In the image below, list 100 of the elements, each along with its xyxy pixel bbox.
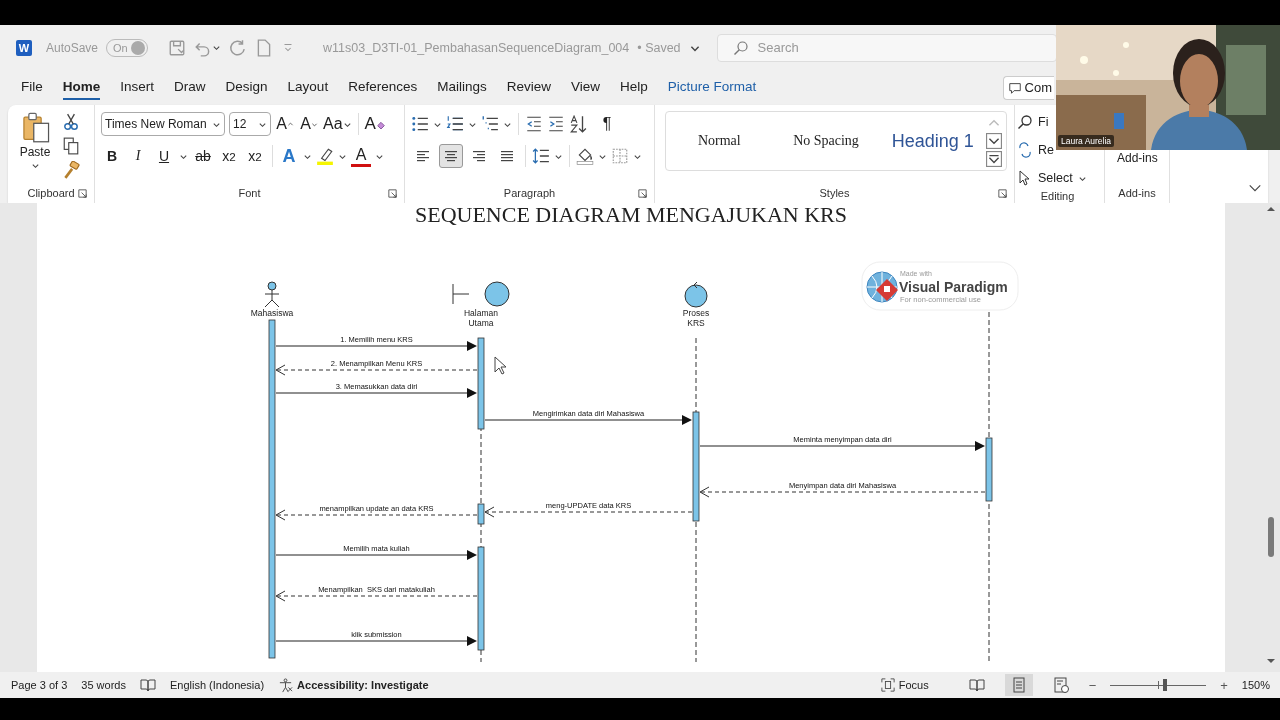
change-case-button[interactable]: Aa <box>323 113 352 135</box>
sort-icon[interactable] <box>569 115 587 133</box>
ribbon-tab[interactable]: View <box>571 75 600 100</box>
format-painter-icon[interactable] <box>62 161 80 179</box>
caret-icon <box>30 161 40 170</box>
lifeline-label: Mahasiswa <box>250 308 294 318</box>
multilevel-list-icon[interactable] <box>481 115 499 133</box>
paragraph-marks-button[interactable]: ¶ <box>597 113 617 135</box>
print-view-button[interactable] <box>1004 674 1033 696</box>
activation-bar <box>985 437 993 502</box>
add-ins-button[interactable]: Add-ins <box>1111 151 1158 165</box>
line-spacing-icon[interactable] <box>532 147 550 165</box>
replace-button[interactable]: Re <box>1017 139 1054 161</box>
caret-up-icon <box>286 120 294 128</box>
save-status: • Saved <box>637 40 681 55</box>
ribbon-tab[interactable]: Draw <box>174 75 206 100</box>
decrease-indent-icon[interactable] <box>525 115 543 133</box>
clear-formatting-button[interactable]: A <box>364 113 386 135</box>
badge-brand: Visual Paradigm <box>899 279 1008 295</box>
boundary-icon <box>452 281 510 307</box>
copy-icon[interactable] <box>62 137 80 155</box>
activation-bar <box>477 503 485 525</box>
control-icon <box>684 281 708 308</box>
italic-button[interactable]: I <box>127 145 149 167</box>
zoom-in-button[interactable]: + <box>1220 677 1228 693</box>
ribbon-tab[interactable]: Picture Format <box>667 75 757 100</box>
style-item[interactable]: No Spacing <box>772 133 880 149</box>
font-name-dropdown[interactable]: Times New Roman <box>101 112 225 136</box>
ribbon-tab[interactable]: Home <box>62 75 101 100</box>
grow-font-button[interactable]: A <box>275 113 295 135</box>
align-lines-icon <box>415 148 431 164</box>
lifeline-label: Proses <box>682 308 710 318</box>
font-size-dropdown[interactable]: 12 <box>229 112 271 136</box>
word-app-icon[interactable]: W <box>16 39 32 56</box>
focus-icon <box>880 678 895 692</box>
ribbon-tab[interactable]: Design <box>225 75 268 100</box>
proofing-book-icon[interactable] <box>139 677 156 693</box>
group-label: Styles <box>819 187 850 199</box>
strike-button[interactable]: ab <box>192 145 214 167</box>
scroll-down-icon[interactable] <box>986 133 1002 149</box>
document-heading: SEQUENCE DIAGRAM MENGAJUKAN KRS <box>414 203 848 227</box>
group-label: Paragraph <box>503 187 556 199</box>
ribbon-tab[interactable]: File <box>21 75 43 100</box>
shading-bucket-icon[interactable] <box>576 147 594 165</box>
autosave-label: AutoSave <box>46 40 99 55</box>
increase-indent-icon[interactable] <box>547 115 565 133</box>
word-count[interactable]: 35 words <box>81 679 126 691</box>
ribbon-tab[interactable]: Review <box>506 75 551 100</box>
align-center-button[interactable] <box>439 144 463 168</box>
lifeline-label: KRS <box>687 318 705 328</box>
group-label: Add-ins <box>1118 187 1156 199</box>
language-status[interactable]: English (Indonesia) <box>169 679 265 691</box>
more-styles-icon[interactable] <box>986 151 1002 167</box>
zoom-slider-thumb[interactable] <box>1163 679 1167 691</box>
dialog-launcher-icon[interactable] <box>77 187 88 199</box>
dialog-launcher-icon[interactable] <box>637 187 648 199</box>
align-lines-icon <box>499 148 515 164</box>
dialog-launcher-icon[interactable] <box>997 187 1008 199</box>
align-lines-icon <box>471 148 487 164</box>
search-icon <box>732 39 749 56</box>
ribbon-tab[interactable]: References <box>348 75 418 100</box>
lifeline-label: Utama <box>468 318 494 328</box>
align-lines-icon <box>443 148 459 164</box>
book-icon <box>968 677 985 693</box>
style-item[interactable]: Normal <box>666 133 773 149</box>
highlighter-icon[interactable] <box>316 147 334 165</box>
dialog-launcher-icon[interactable] <box>387 187 398 199</box>
find-button[interactable]: Fi <box>1017 111 1049 133</box>
text-effects-button[interactable]: A <box>279 145 299 167</box>
numbering-icon[interactable] <box>446 115 464 133</box>
ribbon-tab[interactable]: Help <box>620 75 648 100</box>
zoom-level[interactable]: 150% <box>1241 679 1270 691</box>
page-count[interactable]: Page 3 of 3 <box>11 679 68 691</box>
page-icon <box>1010 677 1027 693</box>
style-item[interactable]: Heading 1 <box>879 130 986 152</box>
mouse-pointer-icon <box>494 356 507 375</box>
bold-button[interactable]: B <box>101 145 123 167</box>
ribbon-tab[interactable]: Mailings <box>437 75 487 100</box>
accessibility-status[interactable]: Accessibility: Investigate <box>278 677 429 693</box>
shrink-font-button[interactable]: A <box>299 113 319 135</box>
comments-button[interactable]: Com <box>1002 75 1054 100</box>
ribbon-tab[interactable]: Layout <box>287 75 329 100</box>
select-button[interactable]: Select <box>1017 167 1087 189</box>
caret-icon <box>212 43 222 52</box>
search-icon <box>1017 114 1033 130</box>
focus-button[interactable]: Focus <box>880 678 929 692</box>
globe-logo-icon <box>866 271 898 303</box>
bullets-icon[interactable] <box>411 115 429 133</box>
actor-icon <box>264 281 280 308</box>
underline-button[interactable]: U <box>153 145 175 167</box>
paste-icon <box>20 111 50 143</box>
group-label: Font <box>238 187 261 199</box>
paste-button[interactable]: Paste <box>14 111 56 170</box>
zoom-out-button[interactable]: − <box>1088 677 1097 693</box>
search-field[interactable]: Search <box>716 33 1057 62</box>
font-color-button[interactable]: A <box>351 145 371 167</box>
eraser-icon <box>375 119 386 129</box>
ribbon-tab[interactable]: Insert <box>120 75 155 100</box>
cut-icon[interactable] <box>62 113 80 131</box>
lifeline-label: Halaman <box>464 308 498 318</box>
